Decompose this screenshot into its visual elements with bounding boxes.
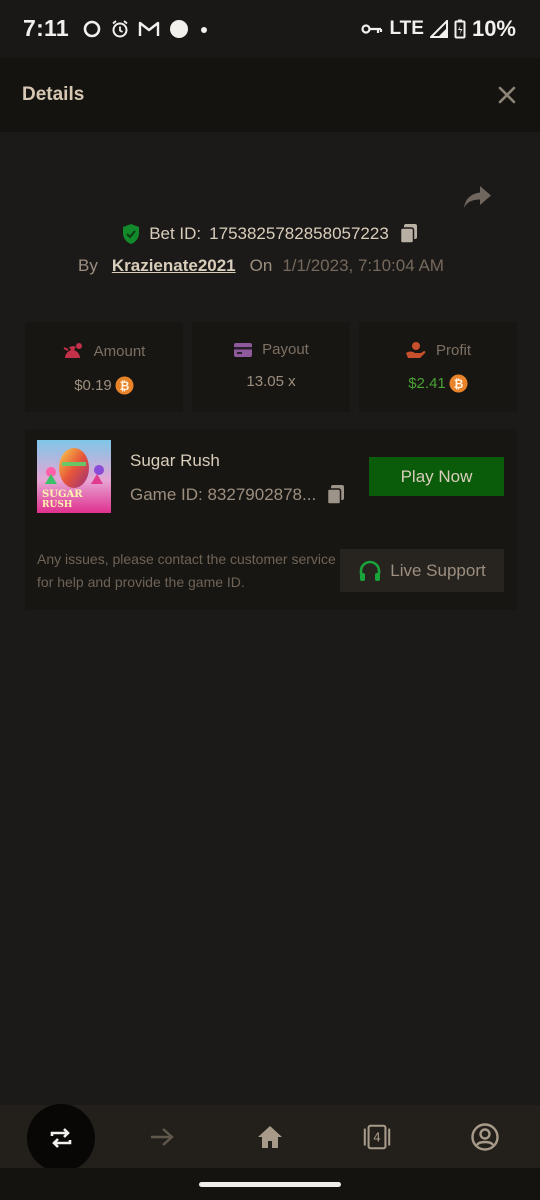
copy-icon[interactable] <box>326 484 346 506</box>
nav-forward[interactable] <box>147 1122 177 1152</box>
game-card: SUGAR RUSH Sugar Rush Game ID: 832790287… <box>25 429 517 610</box>
on-label: On <box>249 256 273 275</box>
stat-head: Amount <box>63 341 146 361</box>
home-icon <box>258 1126 282 1148</box>
stat-card-amount: Amount $0.19 ₿ <box>25 322 183 412</box>
thumb-text-1: SUGAR <box>42 489 83 500</box>
coin-icon: ₿ <box>115 376 134 395</box>
nav-tabs[interactable]: 4 <box>362 1122 392 1152</box>
username-link[interactable]: Krazienate2021 <box>112 256 236 276</box>
circle-filled-icon <box>170 20 188 38</box>
shield-check-icon <box>123 224 140 244</box>
repeat-icon <box>50 1128 72 1148</box>
headphones-icon <box>359 560 381 581</box>
game-id-text: Game ID: 8327902878... <box>130 485 317 504</box>
network-type: LTE <box>389 18 424 39</box>
copy-icon[interactable] <box>399 223 419 245</box>
live-support-button[interactable]: Live Support <box>340 549 504 592</box>
account-circle-icon <box>471 1123 499 1151</box>
game-thumbnail[interactable]: SUGAR RUSH <box>37 440 111 513</box>
game-id-row: Game ID: 8327902878... <box>130 484 346 506</box>
close-button[interactable] <box>496 84 518 106</box>
share-button[interactable] <box>463 184 493 210</box>
play-now-button[interactable]: Play Now <box>369 457 504 496</box>
battery-icon <box>454 19 466 39</box>
card-icon <box>234 342 253 357</box>
gmail-icon <box>138 21 160 36</box>
bet-meta-row: By Krazienate2021 On 1/1/2023, 7:10:04 A… <box>78 254 444 278</box>
support-text: Any issues, please contact the customer … <box>37 551 336 590</box>
nav-home[interactable] <box>255 1122 285 1152</box>
page-title: Details <box>22 84 85 105</box>
status-right: LTE 10% <box>361 16 516 42</box>
circle-notification-icon <box>83 20 101 38</box>
stat-head: Payout <box>233 341 309 358</box>
status-time: 7:11 <box>23 15 69 41</box>
close-icon <box>498 86 516 104</box>
bet-id-row: Bet ID: 1753825782858057223 <box>0 220 540 248</box>
notification-icons <box>82 18 210 40</box>
by-label: By <box>78 256 98 275</box>
gesture-pill[interactable] <box>199 1182 341 1187</box>
payout-value: 13.05 x <box>246 373 296 390</box>
status-bar: 7:11 LTE 10% <box>0 0 540 58</box>
stat-label: Profit <box>435 341 471 359</box>
hand-coins-icon <box>405 342 426 358</box>
details-header: Details <box>0 58 540 132</box>
stat-value: $0.19 ₿ <box>74 376 134 395</box>
thumb-text-2: RUSH <box>42 500 73 510</box>
stat-value: $2.41 ₿ <box>408 374 468 393</box>
share-icon <box>464 186 491 208</box>
stat-label: Amount <box>93 342 146 360</box>
battery-percent: 10% <box>471 16 516 41</box>
nav-profile[interactable] <box>470 1122 500 1152</box>
bet-id-value: 1753825782858057223 <box>209 224 389 243</box>
bet-date: 1/1/2023, 7:10:04 AM <box>282 256 444 275</box>
vpn-key-icon <box>361 24 383 34</box>
live-support-label: Live Support <box>390 560 486 580</box>
profit-value: $2.41 <box>408 375 446 392</box>
stat-card-profit: Profit $2.41 ₿ <box>359 322 517 412</box>
stat-card-payout: Payout 13.05 x <box>192 322 350 412</box>
tabs-icon: 4 <box>363 1124 391 1150</box>
dot-icon <box>201 27 207 33</box>
game-name: Sugar Rush <box>130 451 220 470</box>
arrow-right-icon <box>151 1128 174 1146</box>
stat-head: Profit <box>405 341 471 359</box>
svg-text:₿: ₿ <box>119 379 129 393</box>
tabs-count: 4 <box>373 1131 381 1145</box>
switch-button[interactable] <box>27 1104 95 1172</box>
bet-id-label: Bet ID: <box>149 224 202 243</box>
signal-icon <box>429 20 448 38</box>
coin-icon: ₿ <box>449 374 468 393</box>
alarm-icon <box>112 20 128 38</box>
svg-text:₿: ₿ <box>453 377 463 391</box>
amount-value: $0.19 <box>74 377 112 394</box>
money-bag-icon <box>63 343 82 358</box>
stat-value: 13.05 x <box>246 373 295 390</box>
stat-label: Payout <box>262 341 309 358</box>
